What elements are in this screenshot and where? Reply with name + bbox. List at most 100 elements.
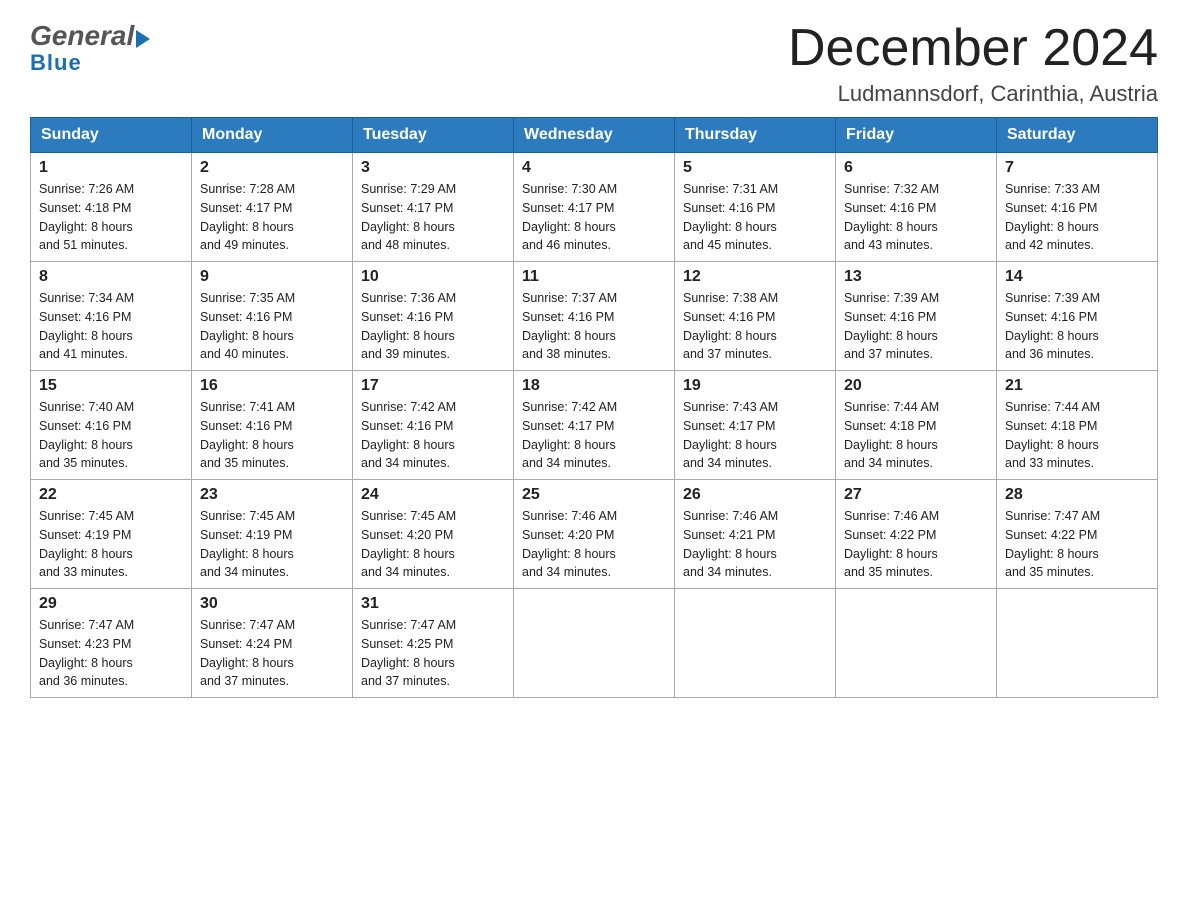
calendar-header-sunday: Sunday	[31, 118, 192, 153]
day-info: Sunrise: 7:37 AM Sunset: 4:16 PM Dayligh…	[522, 289, 666, 364]
day-info: Sunrise: 7:41 AM Sunset: 4:16 PM Dayligh…	[200, 398, 344, 473]
calendar-cell: 4 Sunrise: 7:30 AM Sunset: 4:17 PM Dayli…	[514, 153, 675, 262]
calendar-cell: 19 Sunrise: 7:43 AM Sunset: 4:17 PM Dayl…	[675, 371, 836, 480]
calendar-cell: 5 Sunrise: 7:31 AM Sunset: 4:16 PM Dayli…	[675, 153, 836, 262]
day-info: Sunrise: 7:47 AM Sunset: 4:25 PM Dayligh…	[361, 616, 505, 691]
calendar-week-row: 29 Sunrise: 7:47 AM Sunset: 4:23 PM Dayl…	[31, 589, 1158, 698]
day-info: Sunrise: 7:46 AM Sunset: 4:20 PM Dayligh…	[522, 507, 666, 582]
day-info: Sunrise: 7:26 AM Sunset: 4:18 PM Dayligh…	[39, 180, 183, 255]
day-number: 23	[200, 486, 344, 504]
day-number: 13	[844, 268, 988, 286]
calendar-header-tuesday: Tuesday	[353, 118, 514, 153]
calendar-cell: 14 Sunrise: 7:39 AM Sunset: 4:16 PM Dayl…	[997, 262, 1158, 371]
logo-arrow-icon	[136, 30, 150, 48]
day-number: 28	[1005, 486, 1149, 504]
calendar-cell: 18 Sunrise: 7:42 AM Sunset: 4:17 PM Dayl…	[514, 371, 675, 480]
day-info: Sunrise: 7:47 AM Sunset: 4:23 PM Dayligh…	[39, 616, 183, 691]
day-number: 20	[844, 377, 988, 395]
calendar-week-row: 22 Sunrise: 7:45 AM Sunset: 4:19 PM Dayl…	[31, 480, 1158, 589]
day-info: Sunrise: 7:39 AM Sunset: 4:16 PM Dayligh…	[1005, 289, 1149, 364]
calendar-cell: 24 Sunrise: 7:45 AM Sunset: 4:20 PM Dayl…	[353, 480, 514, 589]
calendar-header-thursday: Thursday	[675, 118, 836, 153]
day-info: Sunrise: 7:34 AM Sunset: 4:16 PM Dayligh…	[39, 289, 183, 364]
calendar-cell: 23 Sunrise: 7:45 AM Sunset: 4:19 PM Dayl…	[192, 480, 353, 589]
day-number: 31	[361, 595, 505, 613]
day-info: Sunrise: 7:31 AM Sunset: 4:16 PM Dayligh…	[683, 180, 827, 255]
day-info: Sunrise: 7:42 AM Sunset: 4:17 PM Dayligh…	[522, 398, 666, 473]
day-number: 22	[39, 486, 183, 504]
day-number: 14	[1005, 268, 1149, 286]
calendar-cell	[997, 589, 1158, 698]
day-info: Sunrise: 7:45 AM Sunset: 4:19 PM Dayligh…	[200, 507, 344, 582]
calendar-cell: 13 Sunrise: 7:39 AM Sunset: 4:16 PM Dayl…	[836, 262, 997, 371]
day-number: 11	[522, 268, 666, 286]
day-info: Sunrise: 7:45 AM Sunset: 4:20 PM Dayligh…	[361, 507, 505, 582]
title-block: December 2024 Ludmannsdorf, Carinthia, A…	[788, 20, 1158, 107]
calendar-cell	[836, 589, 997, 698]
day-number: 5	[683, 159, 827, 177]
day-info: Sunrise: 7:45 AM Sunset: 4:19 PM Dayligh…	[39, 507, 183, 582]
day-number: 24	[361, 486, 505, 504]
day-info: Sunrise: 7:46 AM Sunset: 4:21 PM Dayligh…	[683, 507, 827, 582]
calendar-cell	[514, 589, 675, 698]
day-number: 26	[683, 486, 827, 504]
day-number: 10	[361, 268, 505, 286]
logo: General Blue	[30, 20, 150, 76]
day-info: Sunrise: 7:44 AM Sunset: 4:18 PM Dayligh…	[1005, 398, 1149, 473]
calendar-cell: 27 Sunrise: 7:46 AM Sunset: 4:22 PM Dayl…	[836, 480, 997, 589]
calendar-cell: 8 Sunrise: 7:34 AM Sunset: 4:16 PM Dayli…	[31, 262, 192, 371]
day-info: Sunrise: 7:43 AM Sunset: 4:17 PM Dayligh…	[683, 398, 827, 473]
day-number: 1	[39, 159, 183, 177]
calendar-header-friday: Friday	[836, 118, 997, 153]
logo-blue-text: Blue	[30, 50, 82, 76]
day-number: 19	[683, 377, 827, 395]
calendar-week-row: 1 Sunrise: 7:26 AM Sunset: 4:18 PM Dayli…	[31, 153, 1158, 262]
calendar-cell: 26 Sunrise: 7:46 AM Sunset: 4:21 PM Dayl…	[675, 480, 836, 589]
calendar-cell: 29 Sunrise: 7:47 AM Sunset: 4:23 PM Dayl…	[31, 589, 192, 698]
calendar-cell: 21 Sunrise: 7:44 AM Sunset: 4:18 PM Dayl…	[997, 371, 1158, 480]
day-info: Sunrise: 7:29 AM Sunset: 4:17 PM Dayligh…	[361, 180, 505, 255]
calendar-header-row: SundayMondayTuesdayWednesdayThursdayFrid…	[31, 118, 1158, 153]
calendar-cell: 12 Sunrise: 7:38 AM Sunset: 4:16 PM Dayl…	[675, 262, 836, 371]
day-number: 21	[1005, 377, 1149, 395]
calendar-cell: 31 Sunrise: 7:47 AM Sunset: 4:25 PM Dayl…	[353, 589, 514, 698]
calendar-cell: 30 Sunrise: 7:47 AM Sunset: 4:24 PM Dayl…	[192, 589, 353, 698]
day-number: 12	[683, 268, 827, 286]
day-number: 9	[200, 268, 344, 286]
day-info: Sunrise: 7:38 AM Sunset: 4:16 PM Dayligh…	[683, 289, 827, 364]
day-number: 3	[361, 159, 505, 177]
calendar-cell: 22 Sunrise: 7:45 AM Sunset: 4:19 PM Dayl…	[31, 480, 192, 589]
day-info: Sunrise: 7:35 AM Sunset: 4:16 PM Dayligh…	[200, 289, 344, 364]
day-number: 7	[1005, 159, 1149, 177]
day-info: Sunrise: 7:28 AM Sunset: 4:17 PM Dayligh…	[200, 180, 344, 255]
calendar-cell: 2 Sunrise: 7:28 AM Sunset: 4:17 PM Dayli…	[192, 153, 353, 262]
calendar-cell: 20 Sunrise: 7:44 AM Sunset: 4:18 PM Dayl…	[836, 371, 997, 480]
day-number: 25	[522, 486, 666, 504]
calendar-header-wednesday: Wednesday	[514, 118, 675, 153]
day-info: Sunrise: 7:47 AM Sunset: 4:22 PM Dayligh…	[1005, 507, 1149, 582]
calendar-week-row: 8 Sunrise: 7:34 AM Sunset: 4:16 PM Dayli…	[31, 262, 1158, 371]
calendar-header-monday: Monday	[192, 118, 353, 153]
calendar-cell: 11 Sunrise: 7:37 AM Sunset: 4:16 PM Dayl…	[514, 262, 675, 371]
calendar-cell: 16 Sunrise: 7:41 AM Sunset: 4:16 PM Dayl…	[192, 371, 353, 480]
day-info: Sunrise: 7:30 AM Sunset: 4:17 PM Dayligh…	[522, 180, 666, 255]
calendar-cell	[675, 589, 836, 698]
location-title: Ludmannsdorf, Carinthia, Austria	[788, 81, 1158, 107]
day-number: 18	[522, 377, 666, 395]
month-title: December 2024	[788, 20, 1158, 77]
calendar-header-saturday: Saturday	[997, 118, 1158, 153]
day-info: Sunrise: 7:42 AM Sunset: 4:16 PM Dayligh…	[361, 398, 505, 473]
logo-general-text: General	[30, 20, 134, 52]
calendar-cell: 25 Sunrise: 7:46 AM Sunset: 4:20 PM Dayl…	[514, 480, 675, 589]
day-number: 2	[200, 159, 344, 177]
day-info: Sunrise: 7:46 AM Sunset: 4:22 PM Dayligh…	[844, 507, 988, 582]
calendar-week-row: 15 Sunrise: 7:40 AM Sunset: 4:16 PM Dayl…	[31, 371, 1158, 480]
calendar-cell: 17 Sunrise: 7:42 AM Sunset: 4:16 PM Dayl…	[353, 371, 514, 480]
calendar-cell: 1 Sunrise: 7:26 AM Sunset: 4:18 PM Dayli…	[31, 153, 192, 262]
calendar-cell: 7 Sunrise: 7:33 AM Sunset: 4:16 PM Dayli…	[997, 153, 1158, 262]
calendar-cell: 9 Sunrise: 7:35 AM Sunset: 4:16 PM Dayli…	[192, 262, 353, 371]
day-info: Sunrise: 7:40 AM Sunset: 4:16 PM Dayligh…	[39, 398, 183, 473]
day-info: Sunrise: 7:44 AM Sunset: 4:18 PM Dayligh…	[844, 398, 988, 473]
calendar-table: SundayMondayTuesdayWednesdayThursdayFrid…	[30, 117, 1158, 698]
day-number: 15	[39, 377, 183, 395]
